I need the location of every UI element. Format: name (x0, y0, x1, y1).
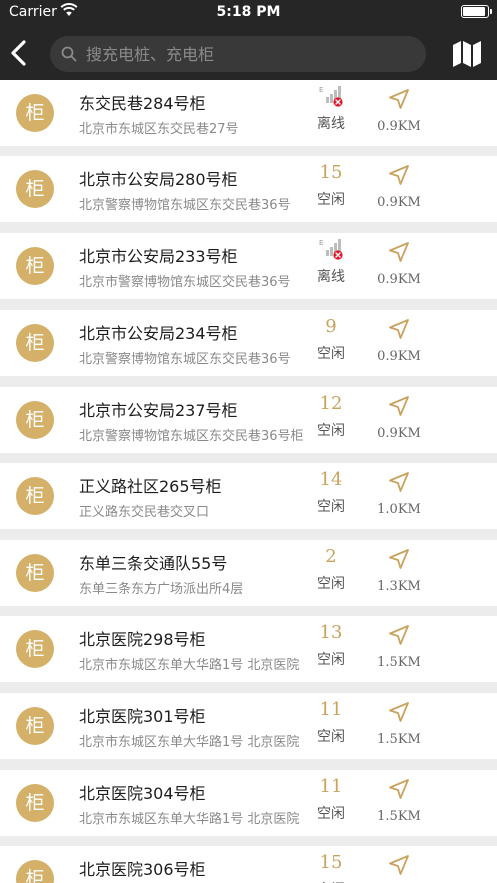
station-row[interactable]: 柜 北京医院304号柜北京市东城区东单大华路1号 北京医院 11 空闲 1.5KM (0, 770, 497, 836)
search-input[interactable] (86, 36, 416, 72)
station-status: 空闲 (296, 879, 366, 883)
station-distance: 1.3KM (377, 579, 421, 594)
search-bar[interactable] (50, 36, 426, 72)
station-row[interactable]: 柜 北京医院301号柜北京市东城区东单大华路1号 北京医院 11 空闲 1.5KM (0, 693, 497, 759)
cabinet-badge: 柜 (16, 554, 54, 592)
navigation-icon[interactable] (388, 778, 410, 800)
navigation-icon[interactable] (388, 318, 410, 340)
svg-text:E: E (319, 239, 323, 247)
cabinet-badge: 柜 (16, 401, 54, 439)
available-count: 13 (319, 622, 343, 643)
navigation-icon[interactable] (388, 854, 410, 876)
station-row[interactable]: 柜 北京市公安局233号柜北京市警察博物馆东城区交民巷36号 E 离线 0.9KM (0, 233, 497, 299)
cabinet-badge: 柜 (16, 860, 54, 883)
navigation-icon[interactable] (388, 395, 410, 417)
search-icon (61, 46, 77, 62)
station-distance: 0.9KM (377, 426, 421, 441)
station-address: 北京市东城区东单大华路1号 北京医院 (79, 658, 300, 673)
map-button[interactable] (452, 40, 482, 68)
station-status: 空闲 (317, 423, 345, 439)
station-distance: 1.5KM (377, 732, 421, 747)
cabinet-badge: 柜 (16, 707, 54, 745)
top-bar: Carrier 5:18 PM (0, 0, 497, 82)
station-distance: 0.9KM (377, 119, 421, 134)
cabinet-badge: 柜 (16, 477, 54, 515)
back-button[interactable] (6, 38, 32, 68)
station-address: 北京警察博物馆东城区东交民巷36号柜 (79, 429, 304, 444)
cabinet-badge: 柜 (16, 324, 54, 362)
station-distance: 0.9KM (377, 349, 421, 364)
offline-signal-icon: E (319, 239, 343, 260)
battery-icon (461, 5, 492, 18)
navigation-icon[interactable] (388, 471, 410, 493)
station-distance: 1.0KM (377, 502, 421, 517)
station-address: 北京警察博物馆东城区东交民巷36号 (79, 352, 291, 367)
station-name: 北京医院306号柜 (79, 860, 206, 879)
available-count: 15 (319, 852, 343, 873)
available-count: 14 (319, 469, 343, 490)
navigation-icon[interactable] (388, 624, 410, 646)
station-address: 北京市东城区东单大华路1号 北京医院 (79, 735, 300, 750)
station-row[interactable]: 柜 北京市公安局234号柜北京警察博物馆东城区东交民巷36号 9 空闲 0.9KM (0, 310, 497, 376)
station-row[interactable]: 柜 正义路社区265号柜正义路东交民巷交叉口 14 空闲 1.0KM (0, 463, 497, 529)
station-address: 北京市警察博物馆东城区交民巷36号 (79, 275, 291, 290)
available-count: 9 (325, 316, 337, 337)
svg-text:E: E (319, 86, 323, 94)
station-distance: 1.5KM (377, 809, 421, 824)
station-name: 北京医院304号柜 (79, 784, 206, 803)
station-name: 北京市公安局233号柜 (79, 247, 238, 266)
status-time: 5:18 PM (216, 4, 281, 20)
station-status: 空闲 (317, 729, 345, 745)
station-distance: 0.9KM (377, 195, 421, 210)
cabinet-badge: 柜 (16, 247, 54, 285)
station-address: 北京市东城区东交民巷27号 (79, 122, 239, 137)
station-name: 北京医院301号柜 (79, 707, 206, 726)
offline-signal-icon: E (319, 86, 343, 107)
station-address: 东单三条东方广场派出所4层 (79, 582, 244, 597)
station-status: 空闲 (317, 652, 345, 668)
station-name: 东交民巷284号柜 (79, 94, 206, 113)
available-count: 11 (319, 699, 343, 720)
station-row[interactable]: 柜 北京市公安局237号柜北京警察博物馆东城区东交民巷36号柜 12 空闲 0.9KM (0, 387, 497, 453)
available-count: 15 (319, 162, 343, 183)
station-distance: 0.9KM (377, 272, 421, 287)
available-count: 11 (319, 776, 343, 797)
cabinet-badge: 柜 (16, 170, 54, 208)
cabinet-badge: 柜 (16, 94, 54, 132)
station-row[interactable]: 柜 东单三条交通队55号东单三条东方广场派出所4层 2 空闲 1.3KM (0, 540, 497, 606)
station-name: 北京市公安局234号柜 (79, 324, 238, 343)
station-status: 空闲 (317, 576, 345, 592)
navigation-icon[interactable] (388, 88, 410, 110)
cabinet-badge: 柜 (16, 784, 54, 822)
station-row[interactable]: 柜 北京市公安局280号柜北京警察博物馆东城区东交民巷36号 15 空闲 0.9KM (0, 156, 497, 222)
station-name: 正义路社区265号柜 (79, 477, 222, 496)
navigation-icon[interactable] (388, 701, 410, 723)
station-name: 东单三条交通队55号 (79, 554, 228, 573)
station-status: 离线 (317, 116, 345, 132)
station-address: 北京警察博物馆东城区东交民巷36号 (79, 198, 291, 213)
navigation-icon[interactable] (388, 241, 410, 263)
station-row[interactable]: 柜 北京医院298号柜北京市东城区东单大华路1号 北京医院 13 空闲 1.5KM (0, 616, 497, 682)
navigation-icon[interactable] (388, 164, 410, 186)
navigation-icon[interactable] (388, 548, 410, 570)
station-name: 北京市公安局237号柜 (79, 401, 238, 420)
station-distance: 1.5KM (377, 655, 421, 670)
available-count: 2 (325, 546, 337, 567)
station-status: 离线 (317, 269, 345, 285)
station-row[interactable]: 柜 北京医院306号柜 15 空闲 (0, 846, 497, 883)
station-status: 空闲 (317, 806, 345, 822)
station-status: 空闲 (317, 192, 345, 208)
station-name: 北京市公安局280号柜 (79, 170, 238, 189)
station-status: 空闲 (317, 499, 345, 515)
screen: Carrier 5:18 PM 柜东交民巷284号柜北京市东城区东交民 (0, 0, 497, 883)
status-bar: Carrier 5:18 PM (0, 0, 497, 26)
available-count: 12 (319, 393, 343, 414)
station-name: 北京医院298号柜 (79, 630, 206, 649)
station-address: 正义路东交民巷交叉口 (79, 505, 210, 520)
cabinet-badge: 柜 (16, 630, 54, 668)
station-status: 空闲 (317, 346, 345, 362)
station-row[interactable]: 柜 东交民巷284号柜北京市东城区东交民巷27号 E 离线 0.9KM (0, 80, 497, 146)
station-address: 北京市东城区东单大华路1号 北京医院 (79, 812, 300, 827)
